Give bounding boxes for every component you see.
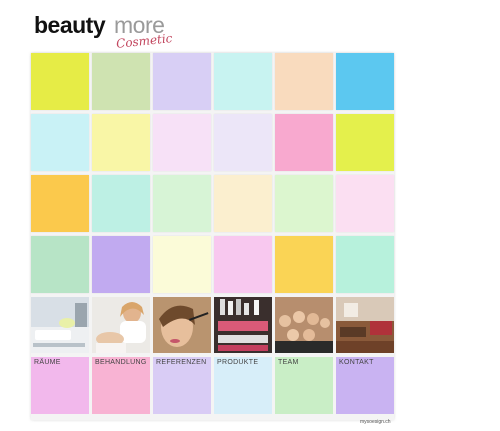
tile-board: RÄUME BEHANDLUNG REFERENZEN PRODUKTE TEA…: [31, 53, 394, 420]
designer-credit[interactable]: mysoesign.ch: [360, 419, 391, 425]
nav-team[interactable]: TEAM: [275, 357, 333, 414]
color-tile: [336, 114, 394, 171]
contact-room-photo[interactable]: [336, 297, 394, 353]
color-tile: [275, 236, 333, 293]
nav-produkte[interactable]: PRODUKTE: [214, 357, 272, 414]
nav-label-kontakt: KONTAKT: [339, 359, 374, 366]
color-tile: [153, 53, 211, 110]
color-tile: [31, 114, 89, 171]
nav-label-team: TEAM: [278, 359, 299, 366]
color-tile: [31, 53, 89, 110]
color-tile: [275, 175, 333, 232]
color-tile: [214, 53, 272, 110]
color-tile: [31, 236, 89, 293]
color-tile: [92, 236, 150, 293]
color-tile: [214, 175, 272, 232]
makeup-photo[interactable]: [153, 297, 211, 353]
color-tile: [214, 236, 272, 293]
color-tile: [153, 236, 211, 293]
nav-referenzen[interactable]: REFERENZEN: [153, 357, 211, 414]
color-tile: [92, 53, 150, 110]
color-tile: [336, 53, 394, 110]
color-tile-grid: [31, 53, 394, 293]
nav-label-referenzen: REFERENZEN: [156, 359, 207, 366]
nav-label-raeume: RÄUME: [34, 359, 61, 366]
nav-raeume[interactable]: RÄUME: [31, 357, 89, 414]
products-photo[interactable]: [214, 297, 272, 353]
nav-kontakt[interactable]: KONTAKT: [336, 357, 394, 414]
color-tile: [275, 114, 333, 171]
color-tile: [31, 175, 89, 232]
color-tile: [336, 236, 394, 293]
nav-label-produkte: PRODUKTE: [217, 359, 259, 366]
nav-label-behandlung: BEHANDLUNG: [95, 359, 147, 366]
nav-behandlung[interactable]: BEHANDLUNG: [92, 357, 150, 414]
color-tile: [153, 175, 211, 232]
room-photo[interactable]: [31, 297, 89, 353]
color-tile: [92, 114, 150, 171]
team-photo[interactable]: [275, 297, 333, 353]
color-tile: [214, 114, 272, 171]
treatment-photo[interactable]: [92, 297, 150, 353]
color-tile: [153, 114, 211, 171]
color-tile: [275, 53, 333, 110]
color-tile: [92, 175, 150, 232]
logo[interactable]: beauty more Cosmetic: [34, 10, 174, 54]
logo-word-beauty: beauty: [34, 12, 106, 38]
color-tile: [336, 175, 394, 232]
